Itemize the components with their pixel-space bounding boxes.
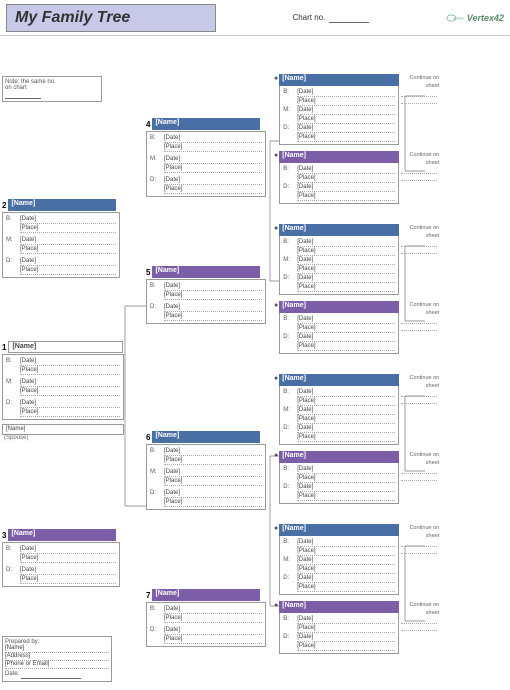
title-box: My Family Tree — [6, 4, 216, 32]
person-15-block: ● [Name] B:[Date] [Place] D:[Date] [Plac… — [274, 601, 439, 654]
person-6-fields: B:[Date] [Place] M:[Date] [Place] D:[Dat… — [146, 444, 266, 510]
person-15-name-bar: [Name] — [279, 601, 399, 613]
person-7-block: 7 [Name] B:[Date] [Place] D:[Date] [Plac… — [146, 589, 266, 647]
person-11-block: ● [Name] B:[Date] [Place] D:[Date] [Plac… — [274, 301, 439, 354]
person-12-fields: B:[Date] [Place] M:[Date] [Place] D:[Dat… — [279, 386, 399, 445]
person-10-name-bar: [Name] — [279, 224, 399, 236]
person-2-block: 2 [Name] B:[Date] [Place] M:[Date] [Plac… — [2, 199, 120, 278]
person-8-name-bar: [Name] — [279, 74, 399, 86]
note-box: Note: the same no. on chart — [2, 76, 102, 102]
column-1: Note: the same no. on chart 2 [Name] B:[… — [0, 36, 132, 690]
person-15-fields: B:[Date] [Place] D:[Date] [Place] — [279, 613, 399, 654]
person-8-block: ● [Name] B:[Date] [Place] M:[Date] [Plac… — [274, 74, 439, 145]
person-1-fields: B:[Date] [Place] M:[Date] [Place] D:[Dat… — [2, 354, 124, 420]
person-10-fields: B:[Date] [Place] M:[Date] [Place] D:[Dat… — [279, 236, 399, 295]
person-3-name-bar: [Name] — [8, 529, 116, 541]
person-9-fields: B:[Date] [Place] D:[Date] [Place] — [279, 163, 399, 204]
prepared-phone: [Phone or Email] — [5, 661, 109, 669]
svg-text:Vertex42: Vertex42 — [453, 16, 464, 20]
person-14-fields: B:[Date] [Place] M:[Date] [Place] D:[Dat… — [279, 536, 399, 595]
chart-no-field[interactable] — [329, 13, 369, 23]
person-7-fields: B:[Date] [Place] D:[Date] [Place] — [146, 602, 266, 647]
spouse-name-field: [Name] — [2, 424, 124, 435]
person-9-note: Continue on sheet — [401, 151, 439, 181]
person-10-block: ● [Name] B:[Date] [Place] M:[Date] [Plac… — [274, 224, 439, 295]
logo-text: Vertex42 — [467, 13, 504, 23]
person-8-bullet: ● — [274, 75, 278, 82]
person-4-name-bar: [Name] — [152, 118, 260, 130]
spouse-label: (Spouse) — [2, 435, 124, 441]
logo: Vertex42 Vertex42 — [446, 9, 504, 27]
column-2: 4 [Name] B:[Date] [Place] M:[Date] [Plac… — [132, 36, 274, 690]
person-1-spouse: [Name] (Spouse) — [2, 424, 124, 441]
person-2-name-bar: [Name] — [8, 199, 116, 211]
prepared-name: [Name] — [5, 645, 109, 653]
person-2-num: 2 — [2, 201, 6, 210]
person-13-bullet: ● — [274, 452, 278, 459]
logo-icon: Vertex42 — [446, 9, 464, 27]
person-11-fields: B:[Date] [Place] D:[Date] [Place] — [279, 313, 399, 354]
person-5-name-bar: [Name] — [152, 266, 260, 278]
person-4-num: 4 — [146, 120, 150, 129]
person-14-name-bar: [Name] — [279, 524, 399, 536]
person-15-note: Continue on sheet — [401, 601, 439, 631]
person-3-block: 3 [Name] B:[Date] [Place] D:[Date] [Plac… — [2, 529, 120, 587]
person-1-block: 1 [Name] B:[Date] [Place] M:[Date] [Plac… — [2, 341, 124, 441]
main-content: Note: the same no. on chart 2 [Name] B:[… — [0, 36, 510, 690]
date-row: Date: — [5, 671, 109, 679]
person-9-block: ● [Name] B:[Date] [Place] D:[Date] [Plac… — [274, 151, 439, 204]
person-13-block: ● [Name] B:[Date] [Place] D:[Date] [Plac… — [274, 451, 439, 504]
note-line2: on chart — [5, 85, 99, 91]
person-15-bullet: ● — [274, 602, 278, 609]
person-13-note: Continue on sheet — [401, 451, 439, 481]
person-9-bullet: ● — [274, 152, 278, 159]
person-7-name-bar: [Name] — [152, 589, 260, 601]
person-10-note: Continue on sheet — [401, 224, 439, 254]
date-label: Date: — [5, 671, 19, 679]
person-5-fields: B:[Date] [Place] D:[Date] [Place] — [146, 279, 266, 324]
person-14-note: Continue on sheet — [401, 524, 439, 554]
header: My Family Tree Chart no. Vertex42 Vertex… — [0, 0, 510, 36]
person-9-name-bar: [Name] — [279, 151, 399, 163]
person-11-note: Continue on sheet — [401, 301, 439, 331]
app-title: My Family Tree — [15, 9, 130, 26]
person-1-num: 1 — [2, 343, 6, 352]
person-6-num: 6 — [146, 433, 150, 442]
prepared-address: [Address] — [5, 653, 109, 661]
person-5-block: 5 [Name] B:[Date] [Place] D:[Date] [Plac… — [146, 266, 266, 324]
person-5-num: 5 — [146, 268, 150, 277]
person-3-fields: B:[Date] [Place] D:[Date] [Place] — [2, 542, 120, 587]
note-chart-field[interactable] — [5, 91, 41, 99]
date-field[interactable] — [21, 671, 81, 679]
person-4-block: 4 [Name] B:[Date] [Place] M:[Date] [Plac… — [146, 118, 266, 197]
person-6-name-bar: [Name] — [152, 431, 260, 443]
person-1-name-bar: [Name] — [8, 341, 123, 353]
chart-no-label: Chart no. — [292, 13, 325, 22]
person-13-name-bar: [Name] — [279, 451, 399, 463]
person-10-bullet: ● — [274, 225, 278, 232]
person-12-name-bar: [Name] — [279, 374, 399, 386]
person-14-bullet: ● — [274, 525, 278, 532]
person-8-fields: B:[Date] [Place] M:[Date] [Place] D:[Dat… — [279, 86, 399, 145]
person-12-block: ● [Name] B:[Date] [Place] M:[Date] [Plac… — [274, 374, 439, 445]
person-12-bullet: ● — [274, 375, 278, 382]
column-3: ● [Name] B:[Date] [Place] M:[Date] [Plac… — [274, 36, 510, 690]
person-7-num: 7 — [146, 591, 150, 600]
person-4-fields: B:[Date] [Place] M:[Date] [Place] D:[Dat… — [146, 131, 266, 197]
person-2-fields: B:[Date] [Place] M:[Date] [Place] D:[Dat… — [2, 212, 120, 278]
person-8-note: Continue on sheet — [401, 74, 439, 104]
person-11-bullet: ● — [274, 302, 278, 309]
person-6-block: 6 [Name] B:[Date] [Place] M:[Date] [Plac… — [146, 431, 266, 510]
person-11-name-bar: [Name] — [279, 301, 399, 313]
prepared-by-box: Prepared by: [Name] [Address] [Phone or … — [2, 636, 112, 682]
person-13-fields: B:[Date] [Place] D:[Date] [Place] — [279, 463, 399, 504]
person-14-block: ● [Name] B:[Date] [Place] M:[Date] [Plac… — [274, 524, 439, 595]
person-3-num: 3 — [2, 531, 6, 540]
person-12-note: Continue on sheet — [401, 374, 439, 404]
